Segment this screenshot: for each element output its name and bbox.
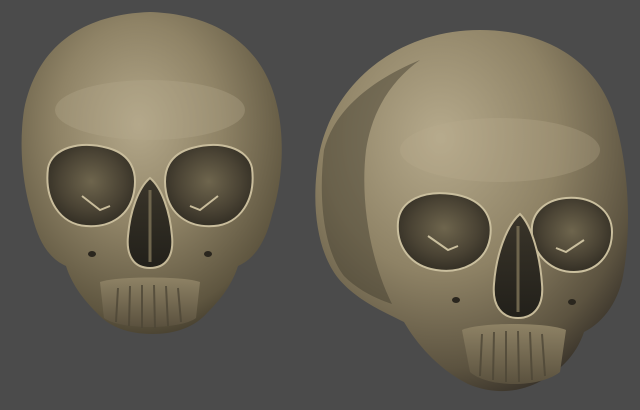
teeth-row	[100, 277, 200, 327]
skull-render-canvas	[21, 12, 628, 392]
orbit-left	[46, 143, 136, 228]
orbit-right	[164, 143, 254, 228]
skull-front-view[interactable]	[21, 12, 282, 334]
brow-highlight	[55, 80, 245, 140]
teeth-row	[462, 324, 566, 384]
sculpt-viewport[interactable]	[0, 0, 640, 410]
orbit-left	[396, 192, 492, 272]
orbit-right	[530, 196, 614, 274]
skull-three-quarter-view[interactable]	[315, 30, 628, 392]
